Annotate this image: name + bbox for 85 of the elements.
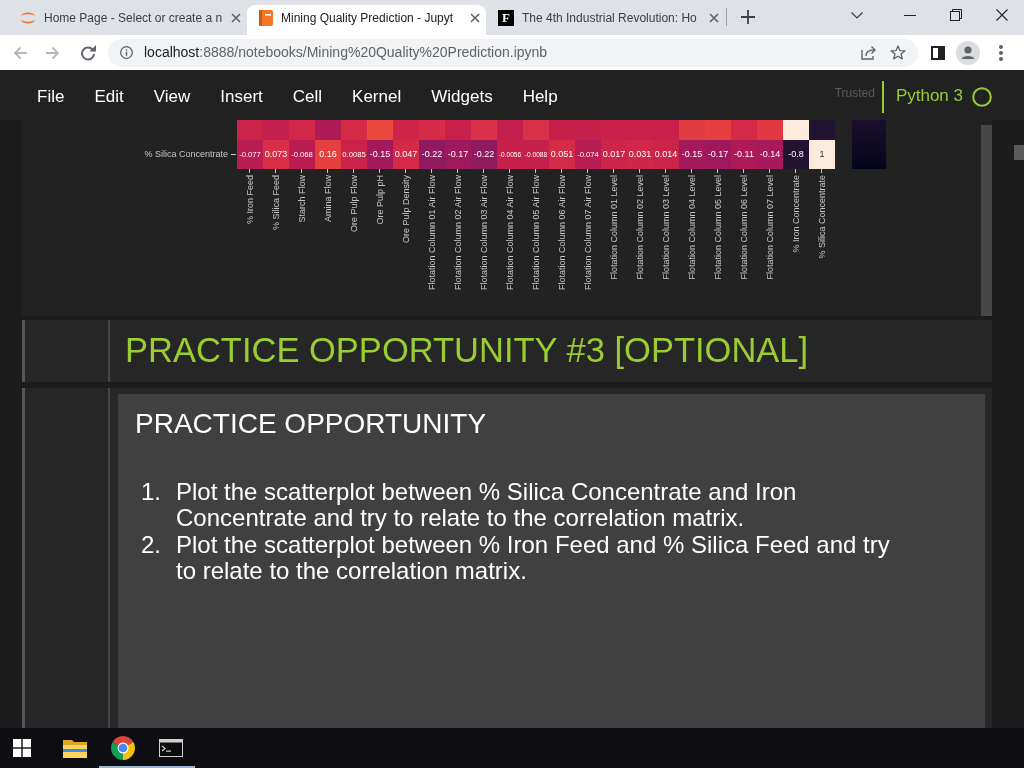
heatmap-cell: -0.11 bbox=[731, 140, 757, 169]
folder-icon[interactable] bbox=[63, 738, 87, 758]
menu-item[interactable]: Kernel bbox=[352, 84, 402, 110]
axis-label: % Silica Concentrate bbox=[817, 175, 827, 259]
terminal-icon[interactable] bbox=[159, 739, 183, 757]
axis-label: Flotation Column 05 Level bbox=[713, 175, 723, 280]
browser-icon[interactable] bbox=[111, 736, 135, 760]
axis-label: % Iron Feed bbox=[245, 175, 255, 225]
menu-item[interactable]: View bbox=[153, 84, 191, 110]
address-bar[interactable]: localhost:8888/notebooks/Mining%20Quality%20Prediction.ipynb bbox=[108, 38, 918, 67]
heatmap-cell: 0.017 bbox=[601, 140, 627, 169]
heatmap-cell: -0.17 bbox=[705, 140, 731, 169]
list-item-text: Plot the scatterplot between % Silica Concentrate and Iron Concentrate and try to relate to the correlation matrix. bbox=[176, 478, 798, 532]
menu-item[interactable]: Edit bbox=[94, 84, 124, 110]
browser-tab[interactable]: Home Page - Select or create a n bbox=[8, 5, 247, 35]
letter-logo: F bbox=[498, 9, 514, 26]
reload-icon[interactable] bbox=[80, 44, 96, 61]
axis-label: Ore Pulp Density bbox=[401, 175, 411, 244]
share-icon[interactable] bbox=[861, 45, 877, 60]
list-number: 2. bbox=[140, 531, 162, 559]
browser-tab[interactable]: Mining Quality Prediction - Jupyt bbox=[247, 5, 486, 35]
colorbar bbox=[852, 120, 886, 169]
avatar-icon[interactable] bbox=[956, 40, 980, 65]
axis-label: Flotation Column 07 Level bbox=[765, 175, 775, 280]
axis-label: Flotation Column 03 Air Flow bbox=[479, 175, 489, 291]
kebab-menu-icon[interactable] bbox=[999, 44, 1003, 61]
axis-label: Flotation Column 04 Air Flow bbox=[505, 175, 515, 291]
list-item-text: Plot the scatterplot between % Iron Feed and % Silica Feed and try to relate to the correlation matrix. bbox=[176, 531, 891, 585]
browser-tab[interactable]: F The 4th Industrial Revolution: Ho bbox=[486, 5, 725, 35]
heatmap-cell: 1 bbox=[809, 140, 835, 169]
minimize-icon[interactable] bbox=[904, 14, 916, 16]
menu-item[interactable]: Help bbox=[522, 84, 558, 110]
heatmap-cell: 0.073 bbox=[263, 140, 289, 169]
axis-label: Flotation Column 05 Air Flow bbox=[531, 175, 541, 291]
section-heading: PRACTICE OPPORTUNITY #3 [OPTIONAL] bbox=[124, 331, 809, 371]
axis-label: Ore Pulp pH bbox=[375, 175, 385, 225]
menu-item[interactable]: Insert bbox=[220, 84, 263, 110]
heatmap-cell: -0.8 bbox=[783, 140, 809, 169]
start-menu-icon[interactable] bbox=[13, 739, 31, 757]
heatmap-cell: 0.031 bbox=[627, 140, 653, 169]
heatmap-cell: 0.051 bbox=[549, 140, 575, 169]
heatmap-cell: -0.14 bbox=[757, 140, 783, 169]
heatmap-cell: -0.17 bbox=[445, 140, 471, 169]
close-icon[interactable] bbox=[995, 9, 1008, 21]
axis-label: Flotation Column 04 Level bbox=[687, 175, 697, 280]
chevron-down-icon[interactable] bbox=[851, 11, 863, 19]
plus-icon[interactable] bbox=[741, 10, 755, 24]
axis-label: % Iron Concentrate bbox=[791, 175, 801, 253]
heatmap-cell: 0.16 bbox=[315, 140, 341, 169]
heatmap-cell: -0.15 bbox=[367, 140, 393, 169]
notebook-icon bbox=[259, 9, 273, 26]
axis-label: Flotation Column 02 Level bbox=[635, 175, 645, 280]
axis-label: Flotation Column 07 Air Flow bbox=[583, 175, 593, 291]
info-icon[interactable] bbox=[120, 46, 133, 59]
axis-label: % Silica Concentrate bbox=[144, 147, 228, 161]
axis-label: Flotation Column 01 Air Flow bbox=[427, 175, 437, 291]
menu-item[interactable]: Widgets bbox=[431, 84, 493, 110]
scrollbar-thumb[interactable] bbox=[981, 125, 992, 316]
restore-icon[interactable] bbox=[950, 9, 962, 21]
axis-label: Flotation Column 06 Air Flow bbox=[557, 175, 567, 291]
axis-label: Flotation Column 01 Level bbox=[609, 175, 619, 280]
axis-label: Starch Flow bbox=[297, 175, 307, 223]
axis-label: Flotation Column 02 Air Flow bbox=[453, 175, 463, 291]
axis-label: Flotation Column 03 Level bbox=[661, 175, 671, 280]
heatmap-cell: -0.15 bbox=[679, 140, 705, 169]
axis-label: % Silica Feed bbox=[271, 175, 281, 231]
list-number: 1. bbox=[140, 478, 162, 506]
heatmap-cell: -0.22 bbox=[419, 140, 445, 169]
star-icon[interactable] bbox=[890, 45, 906, 60]
axis-label: Flotation Column 06 Level bbox=[739, 175, 749, 280]
heatmap-cell: 0.014 bbox=[653, 140, 679, 169]
heatmap-cell: -0.22 bbox=[471, 140, 497, 169]
panel-title: PRACTICE OPPORTUNITY bbox=[135, 407, 488, 441]
trusted-indicator: Trusted bbox=[834, 85, 875, 102]
arcs-icon bbox=[20, 11, 36, 24]
axis-label: Amina Flow bbox=[323, 175, 333, 222]
scrollbar-thumb[interactable] bbox=[1014, 145, 1024, 160]
heatmap-cell: 0.047 bbox=[393, 140, 419, 169]
panel-icon[interactable] bbox=[931, 45, 945, 60]
menu-item[interactable]: File bbox=[37, 84, 65, 110]
axis-tick bbox=[231, 154, 236, 155]
menu-item[interactable]: Cell bbox=[292, 84, 323, 110]
axis-label: Ore Pulp Flow bbox=[349, 175, 359, 233]
kernel-name: Python 3 bbox=[895, 84, 963, 107]
close-icon[interactable] bbox=[470, 12, 480, 23]
